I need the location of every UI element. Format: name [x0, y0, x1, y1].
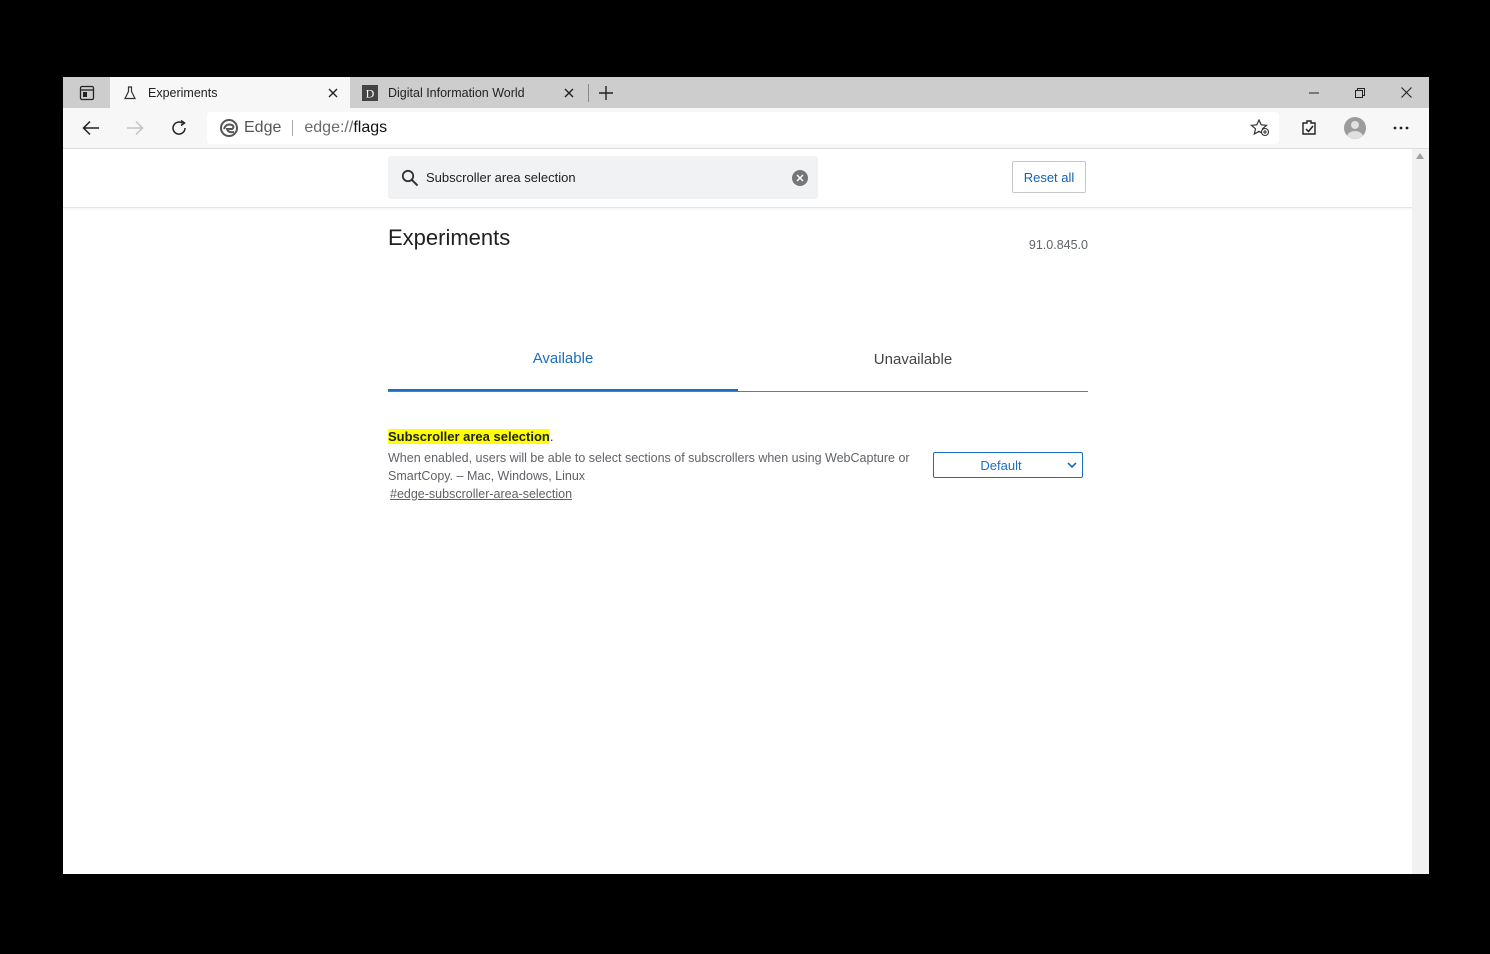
tab-available[interactable]: Available: [388, 336, 738, 380]
arrow-left-icon: [82, 120, 99, 136]
more-icon: [1393, 126, 1409, 130]
flag-state-select[interactable]: Default: [933, 452, 1083, 478]
close-tab-icon[interactable]: [561, 85, 577, 101]
search-icon: [400, 168, 420, 188]
active-tab-indicator: [388, 389, 738, 391]
refresh-icon: [172, 119, 186, 135]
address-brand: Edge: [244, 119, 282, 136]
address-bar[interactable]: Edge edge:// flags: [207, 112, 1279, 144]
flag-name-highlight: Subscroller area selection: [388, 429, 550, 444]
close-window-button[interactable]: [1383, 77, 1429, 108]
minimize-button[interactable]: [1291, 77, 1337, 108]
toolbar: Edge edge:// flags: [63, 108, 1429, 149]
forward-button[interactable]: [119, 112, 151, 144]
address-divider: [292, 120, 294, 136]
chevron-down-icon: [1062, 462, 1082, 468]
flag-name-suffix: .: [549, 429, 554, 444]
restore-button[interactable]: [1337, 77, 1383, 108]
page-header: Subscroller area selection Reset all: [63, 149, 1412, 208]
flag-name: Subscroller area selection.: [388, 429, 553, 444]
page-title: Experiments: [388, 225, 511, 250]
star-add-icon: [1250, 119, 1270, 137]
clear-search-icon[interactable]: [792, 169, 808, 186]
search-input[interactable]: Subscroller area selection: [388, 156, 818, 199]
close-tab-icon[interactable]: [325, 85, 341, 101]
address-path: flags: [353, 119, 388, 136]
restore-icon: [1355, 87, 1365, 98]
add-favorite-button[interactable]: [1249, 118, 1271, 138]
flag-select-value: Default: [980, 457, 1022, 473]
tab-separator: [588, 84, 589, 102]
web-capture-button[interactable]: [1293, 112, 1325, 144]
address-scheme: edge://: [304, 119, 354, 136]
tab-strip: Experiments D Digital Information World: [63, 77, 1429, 108]
plus-icon: [599, 86, 613, 100]
settings-menu-button[interactable]: [1385, 112, 1417, 144]
tab-title: Digital Information World: [388, 85, 525, 100]
tab-digital-information-world[interactable]: D Digital Information World: [350, 77, 586, 108]
tab-actions-icon: [79, 85, 94, 100]
close-icon: [1400, 87, 1412, 98]
svg-text:D: D: [366, 86, 375, 100]
arrow-right-icon: [127, 120, 144, 136]
back-button[interactable]: [75, 112, 107, 144]
version-label: 91.0.845.0: [1028, 238, 1088, 252]
scrollbar[interactable]: [1412, 149, 1429, 874]
edge-logo-icon: [220, 119, 238, 137]
minimize-icon: [1309, 92, 1319, 93]
tab-title: Experiments: [148, 85, 218, 100]
flag-description: When enabled, users will be able to sele…: [388, 451, 910, 483]
avatar: [1344, 117, 1366, 139]
reset-all-button[interactable]: Reset all: [1012, 161, 1086, 193]
search-value: Subscroller area selection: [426, 170, 576, 185]
flask-icon: [122, 85, 138, 101]
extensions-icon: [1302, 120, 1316, 135]
refresh-button[interactable]: [163, 112, 195, 144]
tab-experiments[interactable]: Experiments: [110, 77, 350, 108]
browser-window: Experiments D Digital Information World: [63, 77, 1429, 874]
flags-page: Subscroller area selection Reset all Exp…: [63, 149, 1412, 874]
profile-button[interactable]: [1339, 112, 1371, 144]
tab-unavailable[interactable]: Unavailable: [738, 337, 1088, 381]
tab-actions-button[interactable]: [63, 77, 110, 108]
site-favicon-icon: D: [362, 84, 378, 101]
tabs-divider: [388, 391, 1088, 392]
scroll-up-arrow-icon[interactable]: [1416, 153, 1424, 159]
flag-permalink[interactable]: #edge-subscroller-area-selection: [390, 487, 572, 501]
new-tab-button[interactable]: [593, 81, 619, 105]
